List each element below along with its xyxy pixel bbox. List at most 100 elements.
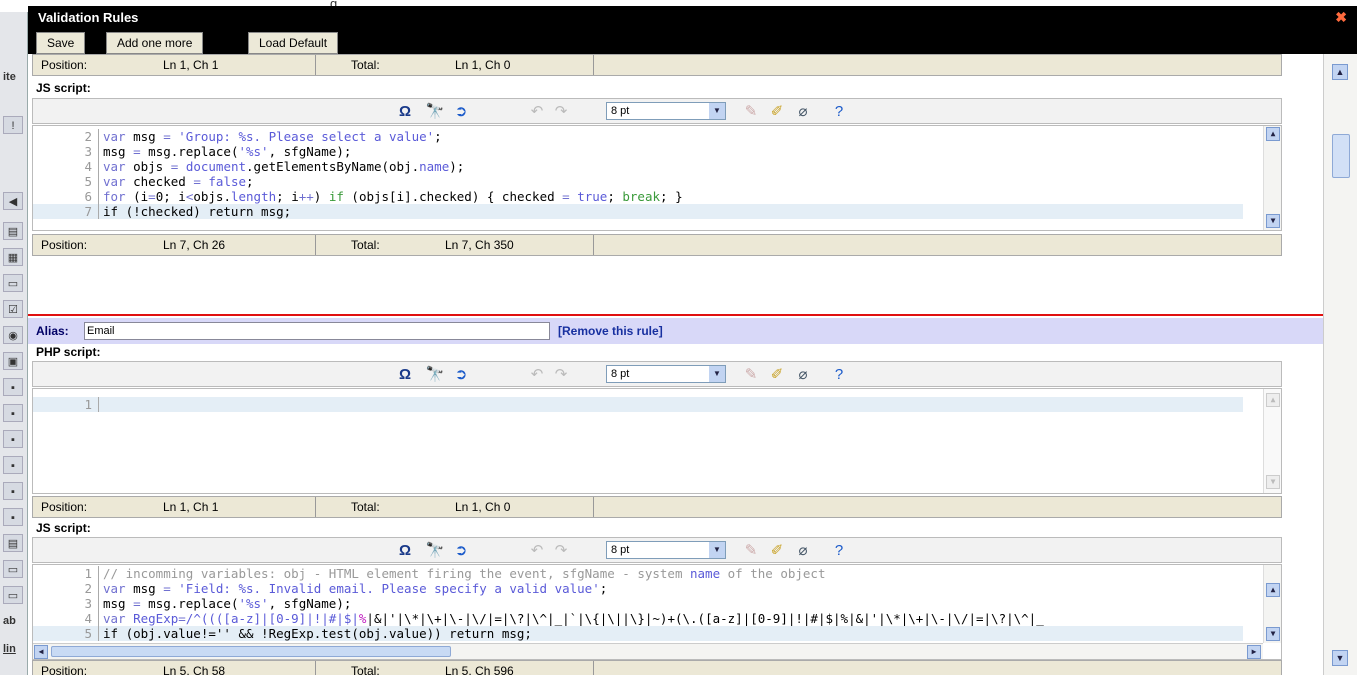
line-number: 3	[33, 144, 99, 159]
php-status-bar: Position: Ln 1, Ch 1 Total: Ln 1, Ch 0	[32, 54, 1282, 76]
go-icon[interactable]: ➲	[451, 365, 471, 385]
scroll-down-icon[interactable]: ▼	[1266, 475, 1280, 489]
title-bar: Validation Rules ✖	[28, 6, 1357, 28]
horizontal-scrollbar[interactable]: ◀ ▶	[33, 643, 1263, 659]
find-icon[interactable]: 🔭	[425, 541, 445, 561]
reset-icon[interactable]: ⌀	[793, 541, 813, 561]
scroll-down-icon[interactable]: ▼	[1332, 650, 1348, 666]
editor-scrollbar[interactable]: ▲ ▼	[1263, 389, 1281, 493]
left-strip-icon[interactable]: ▪	[3, 456, 23, 474]
scroll-up-icon[interactable]: ▲	[1266, 127, 1280, 141]
omega-icon[interactable]: Ω	[395, 541, 415, 561]
left-strip-icon[interactable]: ▪	[3, 508, 23, 526]
scroll-right-icon[interactable]: ▶	[1247, 645, 1261, 659]
editor-scrollbar[interactable]: ▲ ▼	[1263, 565, 1281, 643]
left-strip-icon[interactable]: ▦	[3, 248, 23, 266]
left-strip-icon[interactable]: ▤	[3, 222, 23, 240]
scroll-down-icon[interactable]: ▼	[1266, 214, 1280, 228]
position-label: Position:	[41, 500, 88, 514]
scroll-thumb[interactable]	[1332, 134, 1350, 178]
add-one-more-button[interactable]: Add one more	[106, 32, 204, 54]
highlight-icon[interactable]: ✐	[767, 102, 787, 122]
php-script-label: PHP script:	[36, 345, 101, 359]
code-line: 6 for (i=0; i<objs.length; i++) if (objs[…	[33, 189, 1243, 204]
left-strip-icon[interactable]: ▪	[3, 482, 23, 500]
undo-icon[interactable]: ↶	[527, 102, 547, 122]
omega-icon[interactable]: Ω	[395, 102, 415, 122]
undo-icon[interactable]: ↶	[527, 365, 547, 385]
search-replace-icon[interactable]: ✎	[741, 102, 761, 122]
undo-icon[interactable]: ↶	[527, 541, 547, 561]
remove-rule-link[interactable]: [Remove this rule]	[558, 324, 663, 338]
close-icon[interactable]: ✖	[1335, 9, 1347, 26]
left-strip-icon[interactable]: ▭	[3, 560, 23, 578]
position-label: Position:	[41, 664, 88, 675]
scroll-up-icon[interactable]: ▲	[1266, 583, 1280, 597]
search-replace-icon[interactable]: ✎	[741, 365, 761, 385]
font-size-value: 8 pt	[611, 544, 630, 556]
go-icon[interactable]: ➲	[451, 102, 471, 122]
code-line: 7 if (!checked) return msg;	[33, 204, 1243, 219]
left-strip-icon[interactable]: ▭	[3, 586, 23, 604]
highlight-icon[interactable]: ✐	[767, 541, 787, 561]
font-size-select[interactable]: 8 pt ▼	[606, 102, 726, 120]
chevron-down-icon: ▼	[709, 366, 725, 382]
scroll-thumb[interactable]	[51, 646, 451, 657]
help-icon[interactable]: ?	[829, 365, 849, 385]
radio-icon[interactable]: ◉	[3, 326, 23, 344]
search-replace-icon[interactable]: ✎	[741, 541, 761, 561]
font-size-select[interactable]: 8 pt ▼	[606, 365, 726, 383]
redo-icon[interactable]: ↷	[551, 365, 571, 385]
js-status-bar-2: Position: Ln 5, Ch 58 Total: Ln 5, Ch 59…	[32, 660, 1282, 675]
editor-scrollbar[interactable]: ▲ ▼	[1263, 126, 1281, 230]
code-line: 1 // incomming variables: obj - HTML elem…	[33, 566, 1243, 581]
collapse-arrow-icon[interactable]: ◀	[3, 192, 23, 210]
code-line: 2 var msg = 'Group: %s. Please select a v…	[33, 129, 1243, 144]
image-icon[interactable]: ▣	[3, 352, 23, 370]
line-number: 2	[33, 129, 99, 144]
checkbox-icon[interactable]: ☑	[3, 300, 23, 318]
php-code-editor[interactable]: 1 ▲ ▼	[32, 388, 1282, 494]
js-code-editor-2[interactable]: 1 // incomming variables: obj - HTML elem…	[32, 564, 1282, 660]
load-default-button[interactable]: Load Default	[248, 32, 339, 54]
js-script-label: JS script:	[36, 81, 91, 95]
scroll-left-icon[interactable]: ◀	[34, 645, 48, 659]
help-icon[interactable]: ?	[829, 102, 849, 122]
code-line: 4 var objs = document.getElementsByName(o…	[33, 159, 1243, 174]
find-icon[interactable]: 🔭	[425, 102, 445, 122]
omega-icon[interactable]: Ω	[395, 365, 415, 385]
code-line: 5 if (obj.value!='' && !RegExp.test(obj.v…	[33, 626, 1243, 641]
left-strip-text: lin	[3, 643, 16, 655]
reset-icon[interactable]: ⌀	[793, 102, 813, 122]
left-strip-icon[interactable]: ▪	[3, 430, 23, 448]
find-icon[interactable]: 🔭	[425, 365, 445, 385]
window-title: Validation Rules	[38, 10, 139, 25]
go-icon[interactable]: ➲	[451, 541, 471, 561]
left-strip-icon[interactable]: ▪	[3, 378, 23, 396]
left-strip-icon[interactable]: ▪	[3, 404, 23, 422]
save-button[interactable]: Save	[36, 32, 86, 54]
alias-row: Alias: [Remove this rule]	[28, 318, 1323, 344]
scroll-up-icon[interactable]: ▲	[1266, 393, 1280, 407]
position-label: Position:	[41, 238, 88, 252]
alias-input[interactable]	[84, 322, 550, 340]
font-size-select[interactable]: 8 pt ▼	[606, 541, 726, 559]
left-strip-icon[interactable]: ▤	[3, 534, 23, 552]
redo-icon[interactable]: ↷	[551, 102, 571, 122]
window-scrollbar[interactable]: ▲ ▼	[1323, 54, 1357, 675]
js-code-editor-1[interactable]: 2 var msg = 'Group: %s. Please select a v…	[32, 125, 1282, 231]
reset-icon[interactable]: ⌀	[793, 365, 813, 385]
code-text: if (!checked) return msg;	[103, 204, 292, 219]
redo-icon[interactable]: ↷	[551, 541, 571, 561]
total-value: Ln 5, Ch 596	[445, 664, 514, 675]
scroll-up-icon[interactable]: ▲	[1332, 64, 1348, 80]
help-icon[interactable]: ?	[829, 541, 849, 561]
code-line: 1	[33, 397, 1243, 412]
left-strip-icon[interactable]: ▭	[3, 274, 23, 292]
highlight-icon[interactable]: ✐	[767, 365, 787, 385]
left-strip-icon[interactable]: !	[3, 116, 23, 134]
line-number: 1	[33, 397, 99, 412]
line-number: 2	[33, 581, 99, 596]
alias-label: Alias:	[36, 324, 69, 338]
scroll-down-icon[interactable]: ▼	[1266, 627, 1280, 641]
